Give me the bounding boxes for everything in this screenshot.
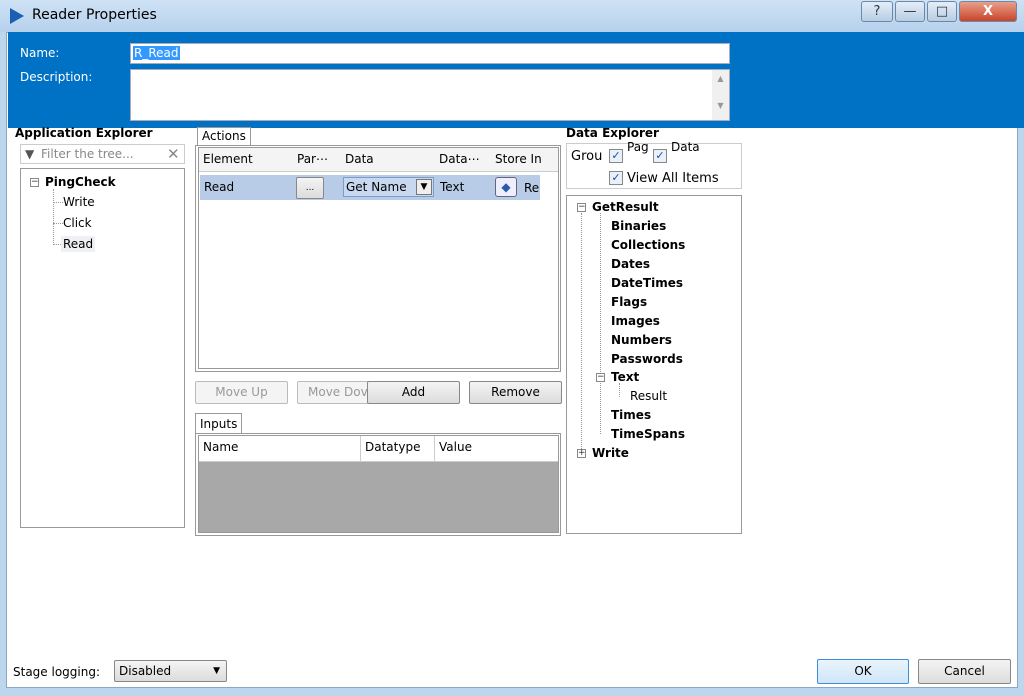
description-scrollbar[interactable]: ▲ ▼ (712, 70, 729, 120)
col-element[interactable]: Element (203, 152, 253, 166)
tab-inputs[interactable]: Inputs (195, 413, 243, 434)
tree-line (581, 213, 582, 453)
checkbox-datatype[interactable]: ✓ (653, 149, 667, 163)
col-params[interactable]: Par⋯ (297, 152, 328, 166)
checkbox-page[interactable]: ✓ (609, 149, 623, 163)
checkbox-datatype-label: Data (671, 140, 700, 154)
maximize-button[interactable]: □ (927, 1, 957, 22)
ok-button[interactable]: OK (817, 659, 909, 684)
tab-actions[interactable]: Actions (197, 127, 251, 146)
tree-node[interactable]: DateTimes (611, 276, 683, 290)
move-down-button[interactable]: Move Dov (297, 381, 369, 404)
tree-line (53, 202, 63, 203)
collapse-icon[interactable]: − (596, 373, 605, 382)
divider (360, 436, 361, 462)
name-label: Name: (20, 46, 60, 60)
chevron-down-icon: ▼ (213, 666, 220, 676)
inputs-grid-header: Name Datatype Value (199, 436, 558, 462)
description-input[interactable]: ▲ ▼ (130, 69, 730, 121)
cell-datatype: Text (440, 180, 465, 194)
description-label: Description: (20, 70, 93, 84)
col-value[interactable]: Value (439, 440, 472, 454)
add-button[interactable]: Add (367, 381, 460, 404)
actions-grid-header: Element Par⋯ Data Data⋯ Store In (199, 148, 558, 172)
tree-line (600, 213, 601, 434)
col-name[interactable]: Name (203, 440, 238, 454)
move-up-button[interactable]: Move Up (195, 381, 288, 404)
name-value: R_Read (133, 46, 180, 60)
app-logo-icon (10, 8, 24, 24)
stage-logging-dropdown[interactable]: Disabled ▼ (114, 660, 227, 682)
collapse-icon[interactable]: − (577, 203, 586, 212)
chevron-down-icon[interactable]: ▼ (416, 179, 432, 195)
tree-node[interactable]: TimeSpans (611, 427, 685, 441)
filter-input[interactable]: ▼ Filter the tree... ✕ (20, 144, 185, 164)
app-tree: − PingCheck Write Click Read (20, 168, 185, 528)
stage-logging-value: Disabled (119, 664, 172, 678)
tree-node-pingcheck[interactable]: PingCheck (45, 175, 116, 189)
col-datatype[interactable]: Datatype (365, 440, 420, 454)
data-tree: − GetResult Binaries Collections Dates D… (566, 195, 742, 534)
cell-store-in: Re (524, 181, 540, 195)
data-dropdown[interactable]: Get Name ▼ (343, 177, 434, 197)
tree-line (619, 383, 620, 397)
name-input[interactable]: R_Read (130, 43, 730, 64)
checkbox-view-all-label: View All Items (627, 171, 719, 186)
stage-logging-label: Stage logging: (13, 665, 100, 679)
actions-grid: Element Par⋯ Data Data⋯ Store In Read ..… (198, 147, 559, 369)
params-button[interactable]: ... (296, 177, 324, 199)
tree-node[interactable]: Binaries (611, 219, 666, 233)
filter-icon: ▼ (25, 147, 35, 161)
tree-node-click[interactable]: Click (63, 216, 92, 230)
tree-node-result[interactable]: Result (630, 389, 667, 403)
tree-node[interactable]: Numbers (611, 333, 672, 347)
tree-node-read[interactable]: Read (61, 236, 96, 252)
col-datatype[interactable]: Data⋯ (439, 152, 480, 166)
collapse-icon[interactable]: − (30, 178, 39, 187)
store-in-eraser-icon[interactable]: ◆ (495, 177, 517, 197)
divider (434, 436, 435, 462)
tree-node-write[interactable]: Write (592, 446, 629, 460)
checkbox-view-all[interactable]: ✓ (609, 171, 623, 185)
tree-node-text[interactable]: Text (611, 370, 639, 384)
close-button[interactable]: X (959, 1, 1017, 22)
tree-node[interactable]: Passwords (611, 352, 683, 366)
data-explorer-title: Data Explorer (566, 126, 659, 140)
checkbox-page-label: Pag (627, 140, 649, 154)
cancel-button[interactable]: Cancel (918, 659, 1011, 684)
tree-node-getresult[interactable]: GetResult (592, 200, 659, 214)
col-store-in[interactable]: Store In (495, 152, 542, 166)
tree-node[interactable]: Collections (611, 238, 685, 252)
cell-element: Read (204, 180, 235, 194)
tree-line (53, 223, 63, 224)
tree-node[interactable]: Dates (611, 257, 650, 271)
filter-placeholder: Filter the tree... (41, 147, 134, 161)
window-title: Reader Properties (32, 7, 157, 23)
expand-icon[interactable]: + (577, 449, 586, 458)
data-dropdown-value: Get Name (346, 180, 407, 194)
help-button[interactable]: ? (861, 1, 893, 22)
group-options: Grou ✓ Pag ✓ Data ✓ View All Items (566, 140, 742, 189)
tree-line (53, 189, 54, 245)
group-label: Grou (571, 149, 603, 164)
col-data[interactable]: Data (345, 152, 374, 166)
tree-node-write[interactable]: Write (63, 195, 95, 209)
tree-node[interactable]: Images (611, 314, 660, 328)
minimize-button[interactable]: — (895, 1, 925, 22)
clear-filter-icon[interactable]: ✕ (167, 145, 180, 163)
tree-node[interactable]: Times (611, 408, 651, 422)
tree-node[interactable]: Flags (611, 295, 647, 309)
app-explorer-title: Application Explorer (15, 126, 153, 140)
remove-button[interactable]: Remove (469, 381, 562, 404)
table-row[interactable]: Read ... Get Name ▼ Text ◆ Re (200, 175, 540, 200)
inputs-grid: Name Datatype Value (198, 435, 559, 533)
